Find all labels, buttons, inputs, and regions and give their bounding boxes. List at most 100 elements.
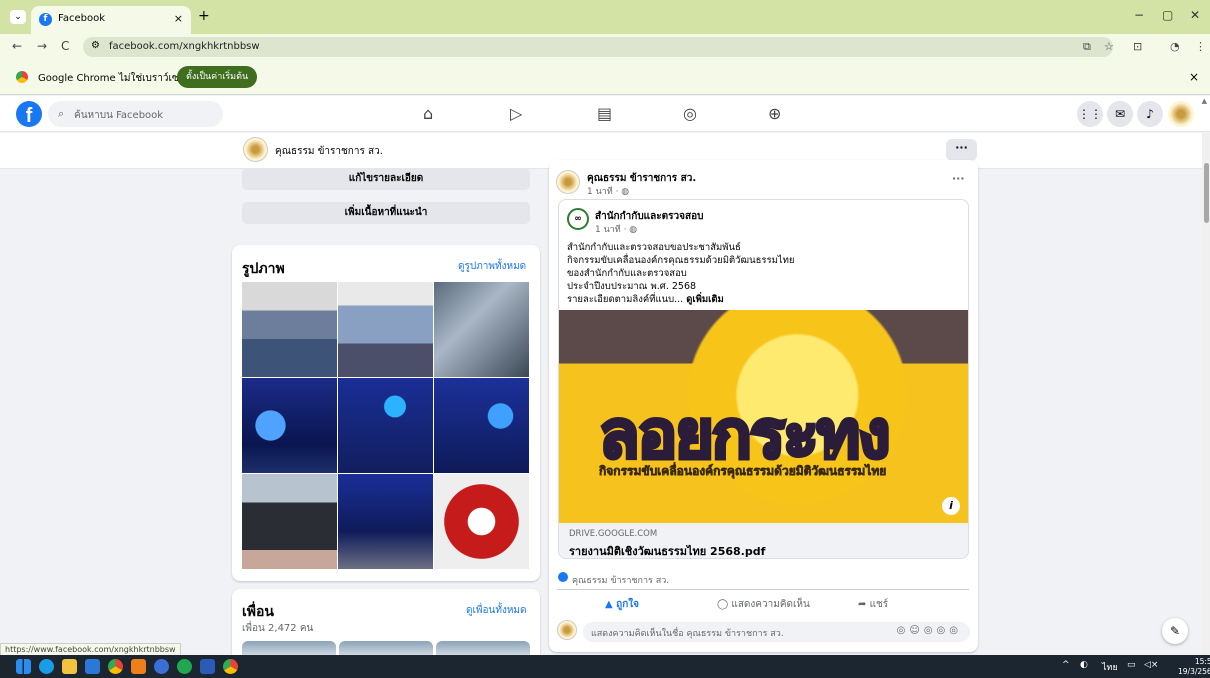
new-tab-button[interactable]: + (198, 8, 210, 24)
photo-thumbnail[interactable] (338, 474, 433, 569)
display-icon[interactable]: ▭ (1127, 660, 1136, 670)
tab-close-icon[interactable]: × (174, 12, 183, 25)
site-info-icon[interactable]: ⚙ (91, 40, 100, 51)
post-banner-image[interactable]: ลอยกระทง กิจกรรมขับเคลื่อนองค์กรคุณธรรมด… (559, 310, 968, 523)
clock-time: 15:52 (1194, 657, 1210, 666)
photo-thumbnail[interactable] (338, 378, 433, 473)
divider (557, 589, 969, 590)
scrollbar-thumb[interactable] (1204, 163, 1209, 223)
scroll-up-arrow-icon[interactable]: ▲ (1202, 97, 1207, 105)
share-button[interactable]: ➦ แชร์ (858, 597, 888, 612)
page-more-button[interactable]: ··· (946, 139, 977, 161)
app-icon[interactable] (154, 659, 169, 674)
minimize-button[interactable]: − (1134, 8, 1144, 22)
shared-post[interactable]: ∞ สำนักกำกับและตรวจสอบ 1 นาที · ◍ สำนักก… (558, 199, 969, 559)
friends-count: เพื่อน 2,472 คน (242, 623, 314, 634)
menu-kebab-icon[interactable]: ⋮ (1195, 40, 1206, 53)
edit-details-button[interactable]: แก้ไขรายละเอียด (242, 168, 530, 190)
chrome-taskbar-icon[interactable] (108, 659, 123, 674)
infobar-close-icon[interactable]: × (1189, 70, 1199, 84)
forward-button[interactable]: → (37, 39, 47, 53)
address-bar[interactable]: ⚙ facebook.com/xngkhkrtnbbsw (83, 37, 1113, 57)
photo-thumbnail[interactable] (242, 474, 337, 569)
gaming-icon[interactable]: ⊕ (768, 104, 781, 123)
file-explorer-icon[interactable] (62, 659, 77, 674)
comment-emoji-icons[interactable]: ◎☺◎◎◎ (897, 625, 962, 636)
line-icon[interactable] (177, 659, 192, 674)
home-icon[interactable]: ⌂ (423, 104, 433, 123)
see-all-friends-link[interactable]: ดูเพื่อนทั้งหมด (466, 603, 527, 618)
volume-icon[interactable]: ◁× (1144, 660, 1158, 670)
menu-grid-icon[interactable]: ⋮⋮ (1077, 101, 1103, 127)
photo-thumbnail[interactable] (242, 378, 337, 473)
profile-icon[interactable]: ◔ (1170, 40, 1180, 53)
video-icon[interactable]: ▷ (510, 104, 522, 123)
set-default-button[interactable]: ตั้งเป็นค่าเริ่มต้น (177, 66, 258, 88)
chrome-taskbar-icon[interactable] (223, 659, 238, 674)
reload-button[interactable]: C (61, 39, 69, 53)
install-app-icon[interactable]: ⧉ (1083, 40, 1091, 54)
post-author-avatar[interactable] (556, 170, 580, 194)
see-all-photos-link[interactable]: ดูรูปภาพทั้งหมด (458, 259, 526, 274)
new-message-icon[interactable]: ✎ (1162, 618, 1188, 644)
clock-date: 19/3/2568 (1178, 667, 1210, 676)
comment-placeholder: แสดงความคิดเห็นในชื่อ คุณธรรม ข้าราชการ … (591, 629, 784, 639)
photo-thumbnail[interactable] (338, 282, 433, 377)
link-domain: DRIVE.GOOGLE.COM (569, 529, 658, 539)
page-name[interactable]: คุณธรรม ข้าราชการ สว. (275, 144, 383, 159)
tab-search-button[interactable]: ⌄ (10, 10, 26, 24)
comment-label: แสดงความคิดเห็น (731, 599, 810, 610)
photo-thumbnail[interactable] (434, 282, 529, 377)
network-icon[interactable]: ◐ (1080, 660, 1088, 670)
facebook-logo-icon[interactable]: f (16, 101, 42, 127)
back-button[interactable]: ← (12, 39, 22, 53)
notifications-bell-icon[interactable]: ♪ (1137, 101, 1163, 127)
friend-thumbnail[interactable] (436, 641, 530, 655)
marketplace-icon[interactable]: ▤ (597, 104, 612, 123)
post-text-truncated: รายละเอียดตามลิงค์ที่แนบ... ดูเพิ่มเติม (567, 292, 724, 307)
friend-thumbnail[interactable] (242, 641, 336, 655)
comment-input[interactable]: แสดงความคิดเห็นในชื่อ คุณธรรม ข้าราชการ … (583, 622, 970, 642)
tray-chevron-icon[interactable]: ^ (1062, 660, 1070, 670)
truncated-text: รายละเอียดตามลิงค์ที่แนบ... (567, 294, 687, 305)
clock[interactable]: 15:52 19/3/2568 (1178, 657, 1210, 677)
commenter-avatar[interactable] (557, 620, 577, 640)
windows-start-icon[interactable] (16, 659, 31, 674)
link-preview[interactable]: DRIVE.GOOGLE.COM รายงานมิติเชิงวัฒนธรรมไ… (559, 523, 968, 558)
facebook-header: f ⌕ ค้นหาบน Facebook ⌂ ▷ ▤ ◎ ⊕ ⋮⋮ ✉ ♪ (0, 96, 1210, 132)
page-avatar[interactable] (243, 137, 268, 162)
restore-button[interactable]: ▢ (1162, 8, 1173, 22)
photo-thumbnail[interactable] (434, 474, 529, 569)
default-browser-infobar: Google Chrome ไม่ใช่เบราว์เซอร์เริ่มต้น … (0, 60, 1210, 95)
extensions-icon[interactable]: ⊡ (1133, 40, 1142, 53)
add-featured-button[interactable]: เพิ่มเนื้อหาที่แนะนำ (242, 202, 530, 224)
friend-thumbnail[interactable] (339, 641, 433, 655)
account-avatar[interactable] (1168, 101, 1194, 127)
share-icon: ➦ (858, 599, 870, 610)
browser-tab[interactable]: f Facebook × (31, 6, 191, 34)
browser-tab-strip: ⌄ f Facebook × + − ▢ ✕ (0, 0, 1210, 34)
search-placeholder: ค้นหาบน Facebook (74, 110, 164, 121)
input-language[interactable]: ไทย (1102, 660, 1118, 674)
comment-button[interactable]: ◯ แสดงความคิดเห็น (717, 597, 810, 612)
see-more-link[interactable]: ดูเพิ่มเติม (686, 294, 724, 305)
shared-author-avatar[interactable]: ∞ (567, 208, 589, 230)
messenger-icon[interactable]: ✉ (1107, 101, 1133, 127)
banner-subtitle: กิจกรรมขับเคลื่อนองค์กรคุณธรรมด้วยมิติวั… (599, 464, 887, 479)
photo-thumbnail[interactable] (434, 378, 529, 473)
close-window-button[interactable]: ✕ (1190, 8, 1200, 22)
edge-icon[interactable] (39, 659, 54, 674)
post-time[interactable]: 1 นาที · ◍ (587, 184, 629, 198)
shared-post-time[interactable]: 1 นาที · ◍ (595, 222, 637, 236)
info-icon[interactable]: i (942, 497, 960, 515)
word-icon[interactable] (200, 659, 215, 674)
like-button[interactable]: ▲ ถูกใจ (605, 597, 639, 612)
groups-icon[interactable]: ◎ (683, 104, 697, 123)
app-icon[interactable] (131, 659, 146, 674)
post-more-icon[interactable]: ··· (952, 172, 965, 185)
bookmark-star-icon[interactable]: ☆ (1104, 40, 1114, 53)
reaction-name[interactable]: คุณธรรม ข้าราชการ สว. (572, 573, 669, 587)
photo-thumbnail[interactable] (242, 282, 337, 377)
app-icon[interactable] (85, 659, 100, 674)
facebook-search[interactable]: ⌕ ค้นหาบน Facebook (48, 101, 223, 127)
